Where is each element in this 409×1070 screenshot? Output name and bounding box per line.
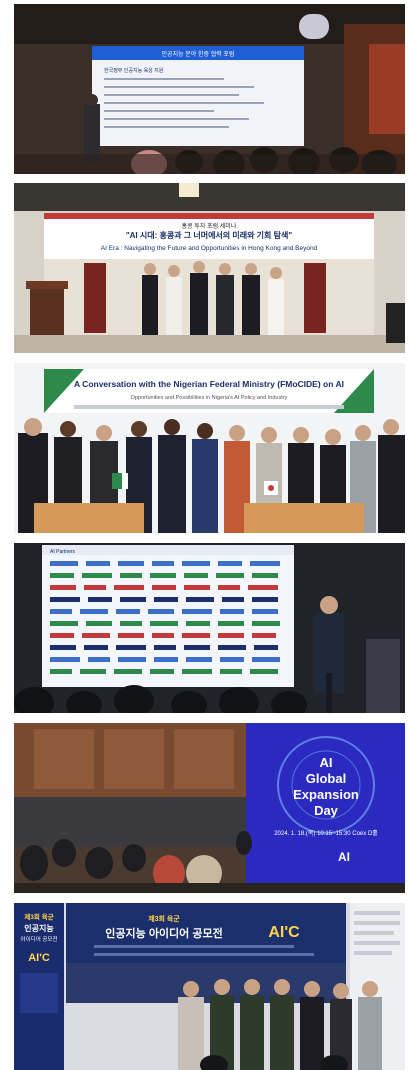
photo-2-scene: 홍콩 투자 포럼 세미나 "AI 시대: 홍콩과 그 너머에서의 미래와 기회 … (14, 183, 405, 353)
svg-text:제3회 육군: 제3회 육군 (148, 914, 180, 923)
photo-seminar-projector: 인공지능 분야 한중 협력 포럼 한국정부 인공지능 육성 지원 (14, 4, 405, 174)
photo-global-expansion-day: AI Global Expansion Day 2024. 1. 18.(목) … (14, 723, 405, 893)
photo-6-scene: 제3회 육군 인공지능 아이디어 공모전 AI'C 제3회 육군 인공지능 아이… (14, 903, 405, 1070)
svg-text:Global: Global (306, 771, 346, 786)
photo-1-scene: 인공지능 분야 한중 협력 포럼 한국정부 인공지능 육성 지원 (14, 4, 405, 174)
svg-text:AI Partners: AI Partners (50, 549, 76, 555)
svg-text:2024. 1. 18.(목) 10:15~15:30 Co: 2024. 1. 18.(목) 10:15~15:30 Coex D홀 (274, 829, 378, 837)
photo-4-scene: AI Partners (14, 543, 405, 713)
photo-partner-presentation: AI Partners (14, 543, 405, 713)
photo-5-scene: AI Global Expansion Day 2024. 1. 18.(목) … (14, 723, 405, 893)
svg-text:Day: Day (314, 803, 339, 818)
svg-text:Opportunities and Possibilitie: Opportunities and Possibilities in Niger… (131, 395, 288, 401)
svg-text:AI'C: AI'C (28, 952, 50, 964)
svg-text:AI: AI (320, 755, 333, 770)
projector-screen: AI Partners (42, 545, 294, 687)
standee: 제3회 육군 인공지능 아이디어 공모전 AI'C (14, 903, 64, 1070)
svg-text:제3회 육군: 제3회 육군 (24, 912, 53, 921)
svg-text:A Conversation with the Nigeri: A Conversation with the Nigerian Federal… (74, 379, 344, 389)
photo-3-scene: A Conversation with the Nigerian Federal… (14, 363, 405, 533)
svg-text:"AI 시대: 홍콩과 그 너머에서의 미래와 기회 탐색": "AI 시대: 홍콩과 그 너머에서의 미래와 기회 탐색" (126, 230, 292, 240)
stage-screen: AI Global Expansion Day 2024. 1. 18.(목) … (246, 723, 405, 885)
photo-army-ai-contest: 제3회 육군 인공지능 아이디어 공모전 AI'C 제3회 육군 인공지능 아이… (14, 903, 405, 1070)
photo-nigeria-ministry: A Conversation with the Nigerian Federal… (14, 363, 405, 533)
banner: 홍콩 투자 포럼 세미나 "AI 시대: 홍콩과 그 너머에서의 미래와 기회 … (44, 213, 374, 259)
stage-banner: 제3회 육군 인공지능 아이디어 공모전 AI'C (66, 903, 346, 963)
svg-text:Expansion: Expansion (293, 787, 359, 802)
svg-text:한국정부 인공지능 육성 지원: 한국정부 인공지능 육성 지원 (104, 67, 164, 74)
svg-text:인공지능 아이디어 공모전: 인공지능 아이디어 공모전 (105, 926, 222, 940)
svg-text:AI'C: AI'C (268, 924, 300, 941)
svg-text:인공지능 분야 한중 협력 포럼: 인공지능 분야 한중 협력 포럼 (162, 50, 235, 58)
photo-hongkong-seminar: 홍콩 투자 포럼 세미나 "AI 시대: 홍콩과 그 너머에서의 미래와 기회 … (14, 183, 405, 353)
svg-text:AI: AI (338, 850, 350, 864)
projector-screen: 인공지능 분야 한중 협력 포럼 한국정부 인공지능 육성 지원 (92, 46, 304, 146)
banner: A Conversation with the Nigerian Federal… (44, 369, 374, 413)
svg-text:인공지능: 인공지능 (24, 923, 54, 933)
svg-text:홍콩 투자 포럼 세미나: 홍콩 투자 포럼 세미나 (182, 222, 237, 230)
svg-text:AI Era : Navigating the Future: AI Era : Navigating the Future and Oppor… (101, 245, 318, 252)
svg-text:아이디어 공모전: 아이디어 공모전 (21, 935, 58, 943)
